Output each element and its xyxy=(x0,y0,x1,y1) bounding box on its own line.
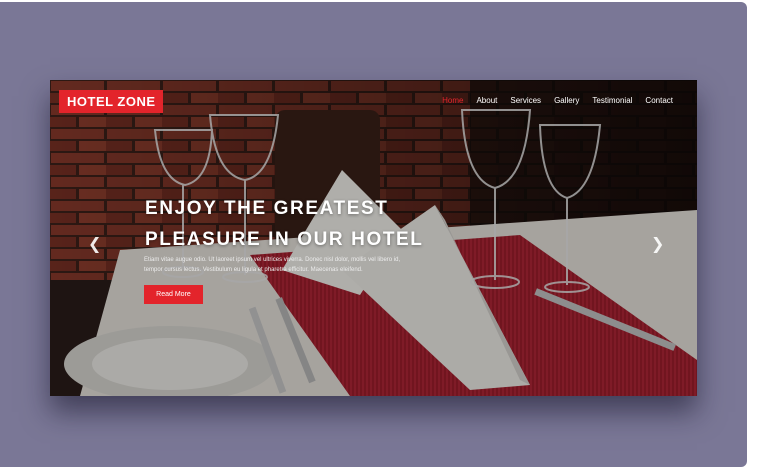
nav-home[interactable]: Home xyxy=(442,96,463,105)
nav-services[interactable]: Services xyxy=(510,96,541,105)
nav-testimonial[interactable]: Testimonial xyxy=(592,96,632,105)
chevron-left-icon[interactable]: ❮ xyxy=(88,237,101,253)
nav-about[interactable]: About xyxy=(476,96,497,105)
hero-description-line-2: tempor cursus lectus. Vestibulum eu ligu… xyxy=(144,267,363,273)
site-logo[interactable]: HOTEL ZONE xyxy=(59,90,163,113)
read-more-button[interactable]: Read More xyxy=(144,285,203,304)
nav-gallery[interactable]: Gallery xyxy=(554,96,579,105)
hero-headline-line-2: PLEASURE IN OUR HOTEL xyxy=(145,229,424,250)
hero-description: Etiam vitae augue odio. Ut laoreet ipsum… xyxy=(144,255,474,275)
hero-headline-line-1: ENJOY THE GREATEST xyxy=(145,198,389,219)
hero-description-line-1: Etiam vitae augue odio. Ut laoreet ipsum… xyxy=(144,257,401,263)
main-navigation: Home About Services Gallery Testimonial … xyxy=(442,96,673,105)
nav-contact[interactable]: Contact xyxy=(645,96,673,105)
chevron-right-icon[interactable]: ❯ xyxy=(651,237,664,253)
hero-headline: ENJOY THE GREATEST PLEASURE IN OUR HOTEL xyxy=(145,193,424,255)
website-mockup: HOTEL ZONE Home About Services Gallery T… xyxy=(50,80,697,396)
preview-backdrop: HOTEL ZONE Home About Services Gallery T… xyxy=(0,2,747,467)
